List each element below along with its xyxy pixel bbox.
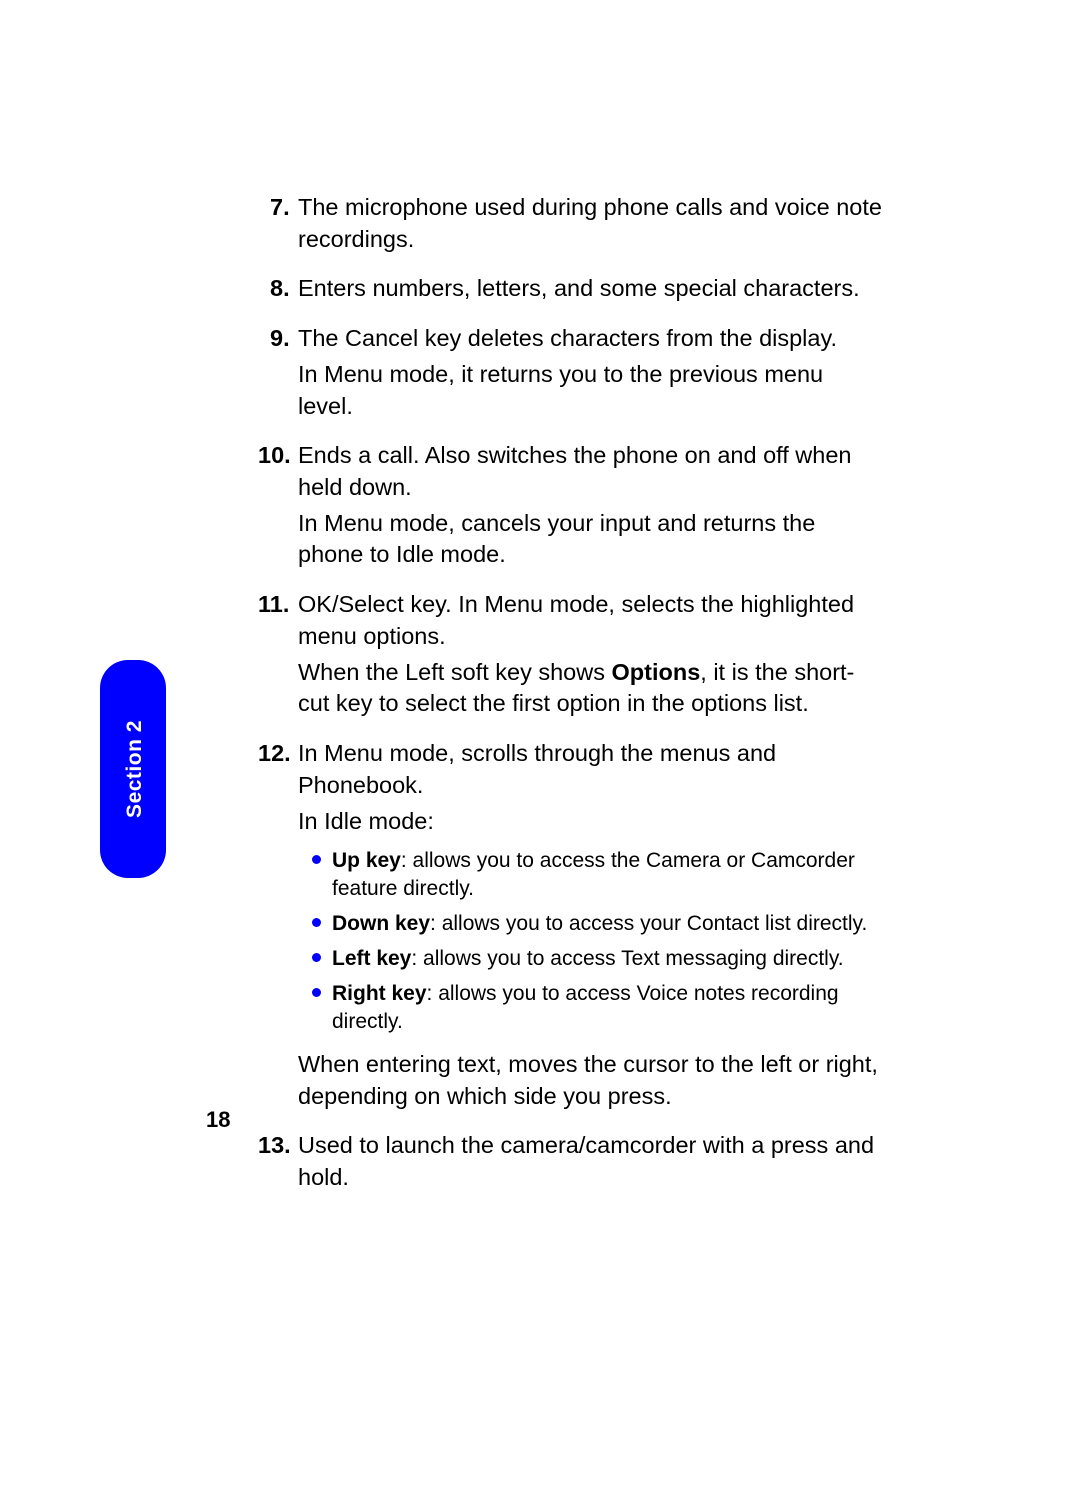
item-para: In Menu mode, it returns you to the prev… <box>298 359 882 422</box>
list-item-8: 8. Enters numbers, letters, and some spe… <box>298 273 882 305</box>
item-lead: In Idle mode: <box>298 806 882 838</box>
list-item-7: 7. The microphone used during phone call… <box>298 192 882 255</box>
page: Section 2 7. The microphone used during … <box>0 0 1080 1492</box>
item-number: 11. <box>258 589 289 621</box>
section-label: Section 2 <box>123 720 147 818</box>
page-number: 18 <box>206 1107 230 1133</box>
sub-label: Up key <box>332 849 401 872</box>
item-number: 13. <box>258 1130 291 1162</box>
item-para: Ends a call. Also switches the phone on … <box>298 440 882 503</box>
list-item-10: 10. Ends a call. Also switches the phone… <box>298 440 882 571</box>
sub-item: Right key: allows you to access Voice no… <box>332 980 882 1035</box>
sub-item: Left key: allows you to access Text mess… <box>332 945 882 972</box>
item-para: OK/Select key. In Menu mode, selects the… <box>298 589 882 652</box>
sub-text: : allows you to access your Contact list… <box>430 912 867 935</box>
sub-label: Left key <box>332 947 411 970</box>
item-tail: When entering text, moves the cursor to … <box>298 1049 882 1112</box>
list-item-11: 11. OK/Select key. In Menu mode, selects… <box>298 589 882 720</box>
numbered-list: 7. The microphone used during phone call… <box>270 192 882 1194</box>
list-item-13: 13. Used to launch the camera/camcorder … <box>298 1130 882 1193</box>
item-para: In Menu mode, scrolls through the menus … <box>298 738 882 801</box>
item-para: When the Left soft key shows Options, it… <box>298 657 882 720</box>
sub-label: Down key <box>332 912 430 935</box>
item-text: The microphone used during phone calls a… <box>298 192 882 255</box>
item-text: Enters numbers, letters, and some specia… <box>298 273 882 305</box>
item-para: In Menu mode, cancels your input and ret… <box>298 508 882 571</box>
item-number: 12. <box>258 738 291 770</box>
sub-item: Up key: allows you to access the Camera … <box>332 847 882 902</box>
item-number: 9. <box>270 323 290 355</box>
content-area: 7. The microphone used during phone call… <box>270 192 882 1212</box>
section-tab: Section 2 <box>100 660 166 878</box>
item-number: 10. <box>258 440 291 472</box>
item-number: 7. <box>270 192 290 224</box>
sub-list: Up key: allows you to access the Camera … <box>298 847 882 1035</box>
list-item-9: 9. The Cancel key deletes characters fro… <box>298 323 882 422</box>
item-para: The Cancel key deletes characters from t… <box>298 323 882 355</box>
sub-label: Right key <box>332 982 427 1005</box>
item-number: 8. <box>270 273 290 305</box>
list-item-12: 12. In Menu mode, scrolls through the me… <box>298 738 882 1112</box>
sub-text: : allows you to access the Camera or Cam… <box>332 849 855 899</box>
sub-item: Down key: allows you to access your Cont… <box>332 910 882 937</box>
sub-text: : allows you to access Text messaging di… <box>411 947 843 970</box>
item-text: Used to launch the camera/camcorder with… <box>298 1130 882 1193</box>
